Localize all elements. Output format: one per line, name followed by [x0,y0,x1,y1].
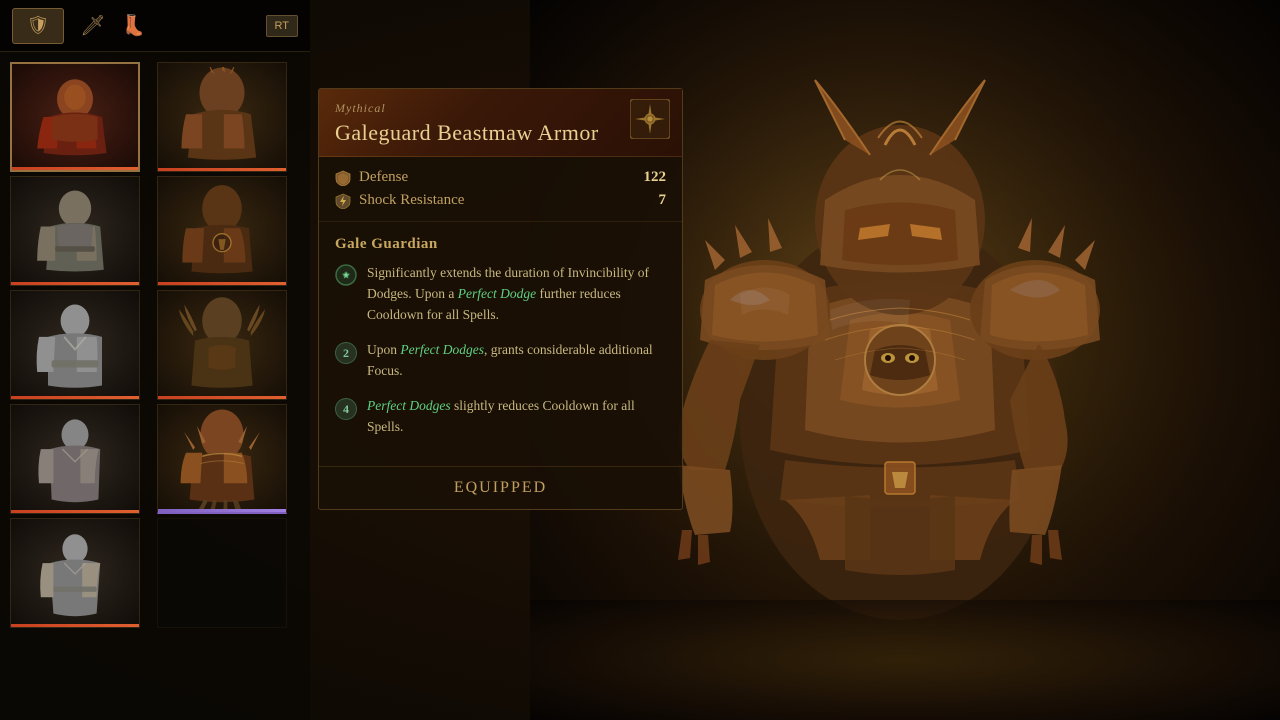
item-bar-8 [158,509,286,512]
boots-category-icon[interactable]: 👢 [121,13,146,38]
rt-button[interactable]: RT [266,15,298,37]
item-slot-8-inner [158,405,286,512]
item-slot-9-inner [11,519,139,627]
item-slot-7[interactable] [10,404,140,514]
defense-value: 122 [644,169,667,186]
item-slot-1[interactable] [10,62,140,172]
left-panel: 🛡 🗡 👢 RT [0,0,310,720]
item-bar-9 [11,624,139,627]
shock-icon [335,193,351,209]
item-name: Galeguard Beastmaw Armor [335,120,666,146]
armor-icon: 🛡 [27,15,50,36]
item-slot-empty [157,518,287,628]
ability-3-num: 4 [335,398,357,420]
shock-label: Shock Resistance [335,192,464,209]
defense-label: Defense [335,169,408,186]
shock-value: 7 [659,192,667,209]
item-slot-6[interactable] [157,290,287,400]
item-slot-5-inner [11,291,139,399]
ability-1-icon [335,264,357,286]
ability-3-text: Perfect Dodges slightly reduces Cooldown… [367,396,666,438]
item-slot-8[interactable] [157,404,287,514]
defense-icon [335,170,351,186]
detail-panel: Mythical Galeguard Beastmaw Armor Defens… [318,88,683,510]
top-navigation: 🛡 🗡 👢 RT [0,0,310,52]
item-slot-2-inner [158,63,286,171]
item-rarity: Mythical [335,101,666,116]
ability-2-num: 2 [335,342,357,364]
weapon-category-icon[interactable]: 🗡 [80,13,105,38]
item-bar-1 [12,167,138,170]
item-grid [0,52,310,638]
ability-2-text: Upon Perfect Dodges, grants considerable… [367,340,666,382]
item-bar-2 [158,168,286,171]
ability-item-2: 2 Upon Perfect Dodges, grants considerab… [335,340,666,382]
item-slot-4-inner [158,177,286,285]
ability-title: Gale Guardian [335,236,666,253]
panel-ability: Gale Guardian Significantly extends the … [319,222,682,465]
item-bar-6 [158,396,286,399]
item-slot-3-inner [11,177,139,285]
item-bar-7 [11,510,139,513]
item-bar-5 [11,396,139,399]
item-slot-3[interactable] [10,176,140,286]
stat-defense: Defense 122 [335,169,666,186]
item-slot-6-inner [158,291,286,399]
stat-shock: Shock Resistance 7 [335,192,666,209]
item-slot-4[interactable] [157,176,287,286]
panel-stats: Defense 122 Shock Resistance 7 [319,157,682,222]
ability-1-text: Significantly extends the duration of In… [367,263,666,326]
ability-item-1: Significantly extends the duration of In… [335,263,666,326]
panel-footer: Equipped [319,466,682,509]
equipped-label: Equipped [454,479,547,496]
item-bar-3 [11,282,139,285]
item-slot-5[interactable] [10,290,140,400]
item-bar-4 [158,282,286,285]
item-slot-7-inner [11,405,139,513]
armor-category-icon[interactable]: 🛡 [12,8,64,44]
panel-emblem-icon [630,99,670,139]
item-slot-2[interactable] [157,62,287,172]
item-slot-9[interactable] [10,518,140,628]
panel-header: Mythical Galeguard Beastmaw Armor [319,89,682,157]
ability-item-3: 4 Perfect Dodges slightly reduces Cooldo… [335,396,666,438]
item-slot-1-inner [12,64,138,170]
